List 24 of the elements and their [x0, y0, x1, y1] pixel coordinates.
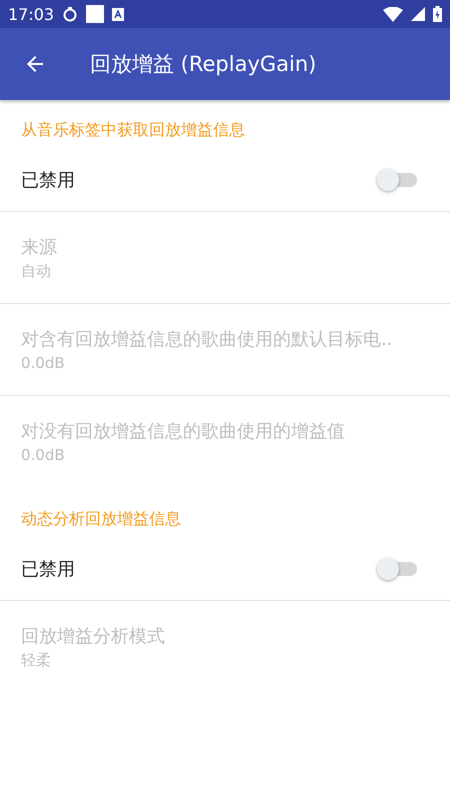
- section-header: 动态分析回放增益信息: [20, 508, 182, 530]
- setting-row[interactable]: 已禁用: [0, 149, 450, 212]
- signal-icon: [411, 7, 425, 21]
- setting-summary: 轻柔: [21, 650, 52, 670]
- setting-summary: 自动: [21, 262, 52, 280]
- battery-icon: [433, 6, 442, 22]
- setting-title: 已禁用: [21, 558, 76, 581]
- setting-title: 对含有回放增益信息的歌曲使用的默认目标电..: [21, 328, 394, 351]
- toggle-switch[interactable]: [377, 557, 417, 581]
- wifi-icon: [383, 6, 403, 22]
- section-header: 从音乐标签中获取回放增益信息: [20, 119, 246, 141]
- square-icon: [86, 5, 104, 23]
- keyboard-icon: [112, 8, 124, 20]
- setting-title: 回放增益分析模式: [21, 624, 166, 648]
- setting-title: 对没有回放增益信息的歌曲使用的增益值: [21, 420, 346, 443]
- screen-title: 回放增益 (ReplayGain): [90, 51, 316, 78]
- setting-summary: 0.0dB: [21, 354, 66, 372]
- toggle-switch[interactable]: [377, 168, 417, 192]
- setting-summary: 0.0dB: [21, 446, 66, 464]
- setting-title: 来源: [21, 236, 58, 258]
- status-time: 17:03: [8, 4, 54, 24]
- setting-row[interactable]: 已禁用: [0, 538, 450, 601]
- timer-icon: [62, 6, 78, 22]
- setting-title: 已禁用: [21, 169, 76, 192]
